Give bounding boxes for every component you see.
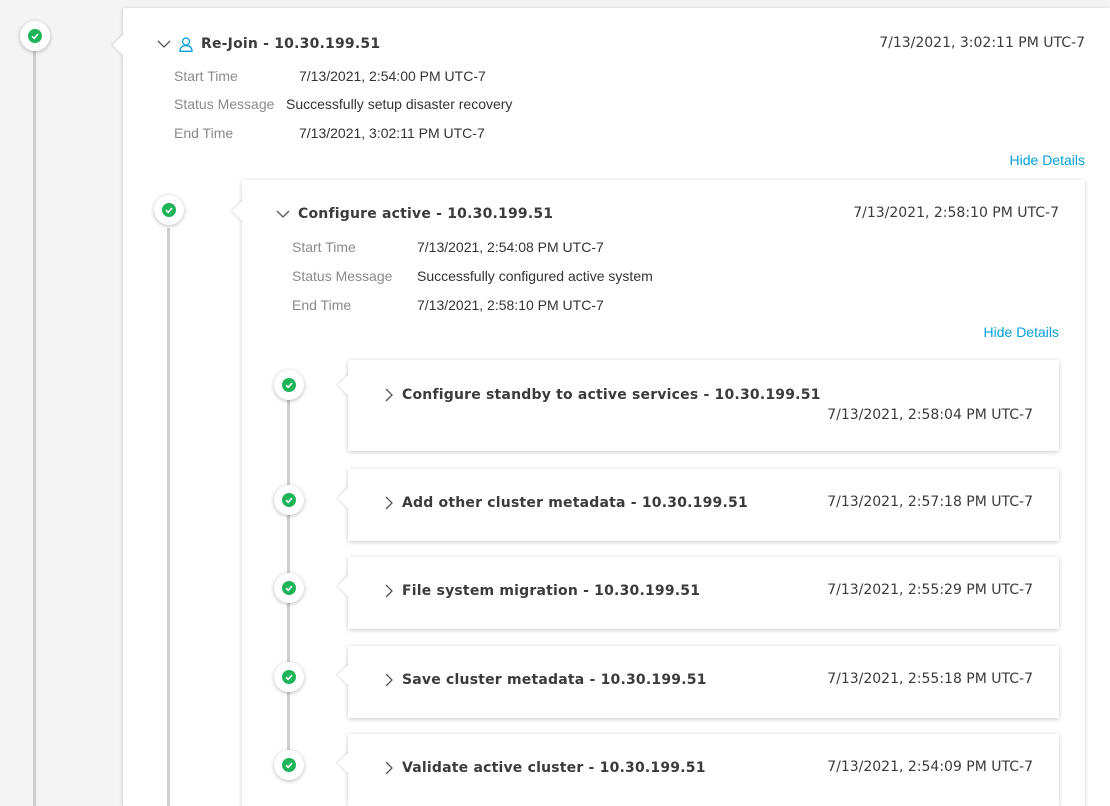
hide-details-link[interactable]: Hide Details <box>984 324 1059 340</box>
subtask-header[interactable]: Configure standby to active services - 1… <box>384 385 821 405</box>
subtask-title: File system migration - 10.30.199.51 <box>402 583 701 599</box>
subtask-card[interactable]: File system migration - 10.30.199.51 7/1… <box>337 557 1059 629</box>
detail-value: Successfully setup disaster recovery <box>286 96 513 112</box>
subtask-header[interactable]: File system migration - 10.30.199.51 <box>384 581 700 601</box>
status-success-icon <box>20 21 50 51</box>
user-icon <box>179 36 193 52</box>
subtask-title: Save cluster metadata - 10.30.199.51 <box>402 672 707 688</box>
timeline-line-level-1 <box>33 40 36 806</box>
task-title: Re-Join - 10.30.199.51 <box>201 36 381 52</box>
chevron-right-icon[interactable] <box>384 761 394 775</box>
detail-label: Status Message <box>174 96 275 112</box>
task-timestamp: 7/13/2021, 3:02:11 PM UTC-7 <box>879 35 1085 51</box>
detail-label: Status Message <box>292 268 393 284</box>
status-success-icon <box>274 370 304 400</box>
subtask-header[interactable]: Save cluster metadata - 10.30.199.51 <box>384 670 707 690</box>
detail-value: 7/13/2021, 2:54:00 PM UTC-7 <box>299 68 486 84</box>
status-success-icon <box>274 662 304 692</box>
subtask-header[interactable]: Add other cluster metadata - 10.30.199.5… <box>384 493 748 513</box>
subtask-timestamp: 7/13/2021, 2:55:18 PM UTC-7 <box>827 671 1033 687</box>
subtask-card[interactable]: Validate active cluster - 10.30.199.51 7… <box>337 734 1059 806</box>
timeline-line-level-2 <box>167 228 170 806</box>
subtask-card[interactable]: Save cluster metadata - 10.30.199.51 7/1… <box>337 646 1059 718</box>
chevron-right-icon[interactable] <box>384 496 394 510</box>
subtask-header[interactable]: Validate active cluster - 10.30.199.51 <box>384 758 706 778</box>
subtask-title: Validate active cluster - 10.30.199.51 <box>402 760 706 776</box>
chevron-down-icon[interactable] <box>157 39 171 49</box>
chevron-down-icon[interactable] <box>276 209 290 219</box>
detail-value: 7/13/2021, 2:58:10 PM UTC-7 <box>417 297 604 313</box>
status-success-icon <box>274 573 304 603</box>
detail-label: End Time <box>174 125 234 141</box>
task-header-configure-active[interactable]: Configure active - 10.30.199.51 <box>276 204 553 224</box>
subtask-title: Add other cluster metadata - 10.30.199.5… <box>402 495 748 511</box>
status-success-icon <box>154 195 184 225</box>
subtask-timestamp: 7/13/2021, 2:54:09 PM UTC-7 <box>827 759 1033 775</box>
chevron-right-icon[interactable] <box>384 584 394 598</box>
detail-value: Successfully configured active system <box>417 268 653 284</box>
subtask-timestamp: 7/13/2021, 2:58:04 PM UTC-7 <box>827 407 1033 423</box>
detail-value: 7/13/2021, 3:02:11 PM UTC-7 <box>299 125 485 141</box>
task-card-rejoin: Re-Join - 10.30.199.51 7/13/2021, 3:02:1… <box>112 8 1110 806</box>
detail-label: Start Time <box>292 239 356 255</box>
task-card-configure-active: Configure active - 10.30.199.51 7/13/202… <box>231 180 1085 806</box>
subtask-timestamp: 7/13/2021, 2:55:29 PM UTC-7 <box>827 582 1033 598</box>
status-success-icon <box>274 750 304 780</box>
subtask-title: Configure standby to active services - 1… <box>402 387 821 403</box>
subtask-card[interactable]: Add other cluster metadata - 10.30.199.5… <box>337 469 1059 541</box>
task-timestamp: 7/13/2021, 2:58:10 PM UTC-7 <box>853 205 1059 221</box>
task-header-rejoin[interactable]: Re-Join - 10.30.199.51 <box>157 34 380 54</box>
chevron-right-icon[interactable] <box>384 388 394 402</box>
subtask-timestamp: 7/13/2021, 2:57:18 PM UTC-7 <box>827 494 1033 510</box>
detail-label: End Time <box>292 297 352 313</box>
detail-value: 7/13/2021, 2:54:08 PM UTC-7 <box>417 239 604 255</box>
hide-details-link[interactable]: Hide Details <box>1010 152 1085 168</box>
detail-label: Start Time <box>174 68 238 84</box>
status-success-icon <box>274 485 304 515</box>
task-title: Configure active - 10.30.199.51 <box>298 206 554 222</box>
subtask-card[interactable]: Configure standby to active services - 1… <box>337 360 1059 451</box>
chevron-right-icon[interactable] <box>384 673 394 687</box>
